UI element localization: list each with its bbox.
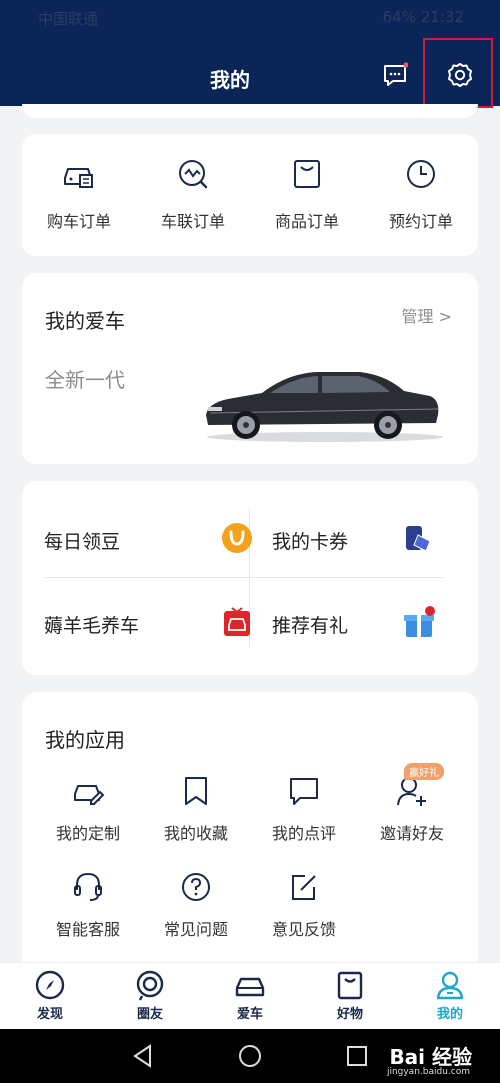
benefit-daily-beans[interactable]: 每日领豆 <box>44 503 254 573</box>
divider-horizontal <box>44 577 444 578</box>
order-item-goods[interactable]: 商品订单 <box>250 156 364 232</box>
app-service[interactable]: 智能客服 <box>34 870 142 940</box>
order-label-goods: 商品订单 <box>274 212 339 231</box>
headset-icon <box>74 872 102 901</box>
settings-highlight-box <box>423 38 493 108</box>
car-image <box>206 372 443 442</box>
status-bar: 中国联通 64% 21:32 <box>0 0 500 34</box>
battery-percent: 64% <box>382 8 416 26</box>
benefit-label: 我的卡券 <box>272 531 349 553</box>
app-label: 常见问题 <box>163 920 228 939</box>
nav-label: 圈友 <box>136 1007 163 1022</box>
app-favorites[interactable]: 我的收藏 <box>142 774 250 844</box>
app-customize[interactable]: 我的定制 <box>34 774 142 844</box>
apps-title: 我的应用 <box>45 728 125 752</box>
app-feedback[interactable]: 意见反馈 <box>250 870 358 940</box>
gift-car-icon <box>224 607 250 636</box>
car-order-icon <box>64 168 93 188</box>
circle-icon <box>136 970 164 1001</box>
app-label: 邀请好友 <box>379 824 444 843</box>
nav-item-car[interactable]: 爱车 <box>200 969 300 1022</box>
my-car-title: 我的爱车 <box>45 309 125 333</box>
app-invite[interactable]: 邀请好友 <box>358 774 466 844</box>
bottom-nav: 发现 圈友 爱车 好物 我的 <box>0 962 500 1029</box>
order-label-car: 购车订单 <box>46 212 111 231</box>
time-label: 21:32 <box>420 8 464 26</box>
reward-badge: 赢好礼 <box>404 763 444 780</box>
comment-icon <box>290 778 318 805</box>
my-car-card[interactable]: 我的爱车 管理 > 全新一代 <box>22 273 478 464</box>
carrier-label: 中国联通 <box>38 10 99 28</box>
benefits-card: 每日领豆 我的卡券 薅羊毛养车 推荐有礼 <box>22 481 478 675</box>
user-icon <box>436 971 464 1000</box>
order-item-car[interactable]: 购车订单 <box>22 156 136 232</box>
bookmark-icon <box>185 777 207 805</box>
benefit-label: 薅羊毛养车 <box>44 615 140 637</box>
watermark-url: jingyan.baidu.com <box>386 1067 470 1077</box>
app-label: 我的收藏 <box>163 824 228 843</box>
order-item-appointment[interactable]: 预约订单 <box>364 156 478 232</box>
nav-label: 好物 <box>336 1007 363 1022</box>
benefit-label: 推荐有礼 <box>272 615 349 637</box>
faq-icon <box>182 873 210 901</box>
app-faq[interactable]: 常见问题 <box>142 870 250 940</box>
app-label: 我的点评 <box>271 824 336 843</box>
order-item-connected[interactable]: 车联订单 <box>136 156 250 232</box>
nav-label: 爱车 <box>236 1007 263 1022</box>
recents-icon[interactable] <box>344 1043 370 1069</box>
connected-order-icon <box>179 160 208 189</box>
goods-order-icon <box>294 160 320 188</box>
compass-icon <box>35 970 65 1000</box>
message-icon[interactable] <box>382 62 408 88</box>
nav-item-me[interactable]: 我的 <box>400 969 500 1022</box>
app-label: 智能客服 <box>55 920 120 939</box>
bean-icon <box>222 523 252 553</box>
nav-item-discover[interactable]: 发现 <box>0 969 100 1022</box>
orders-card: 购车订单 车联订单 商品订单 预约订单 <box>22 134 478 256</box>
profile-card-bottom <box>22 104 478 118</box>
order-label-appointment: 预约订单 <box>388 212 453 231</box>
gift-box-icon <box>404 606 435 637</box>
back-icon[interactable] <box>130 1043 156 1069</box>
system-nav-bar: Bai 经验 jingyan.baidu.com <box>0 1029 500 1083</box>
apps-card: 我的应用 我的定制 我的收藏 我的点评 邀请好友 智能客服 常见问题 意见反馈 <box>22 692 478 972</box>
benefit-coupons[interactable]: 我的卡券 <box>272 503 436 573</box>
nav-item-friends[interactable]: 圈友 <box>100 969 200 1022</box>
status-right: 64% 21:32 <box>383 8 464 26</box>
benefit-save-money[interactable]: 薅羊毛养车 <box>44 587 254 657</box>
app-label: 意见反馈 <box>271 920 336 939</box>
app-reviews[interactable]: 我的点评 <box>250 774 358 844</box>
car-icon <box>235 977 265 997</box>
watermark-logo: Bai 经验 <box>389 1045 472 1069</box>
shop-icon <box>337 971 363 1000</box>
benefit-referral[interactable]: 推荐有礼 <box>272 587 436 657</box>
manage-link[interactable]: 管理 > <box>402 303 453 327</box>
car-model-name: 全新一代 <box>45 368 125 392</box>
order-label-connected: 车联订单 <box>160 212 225 231</box>
home-icon[interactable] <box>237 1043 263 1069</box>
coupon-icon <box>406 526 431 552</box>
feedback-icon <box>292 875 316 900</box>
nav-label: 我的 <box>436 1007 463 1022</box>
nav-label: 发现 <box>36 1007 63 1022</box>
nav-item-shop[interactable]: 好物 <box>300 969 400 1022</box>
appointment-order-icon <box>407 160 435 188</box>
benefit-label: 每日领豆 <box>44 531 121 553</box>
customize-icon <box>74 785 105 805</box>
app-label: 我的定制 <box>55 824 120 843</box>
